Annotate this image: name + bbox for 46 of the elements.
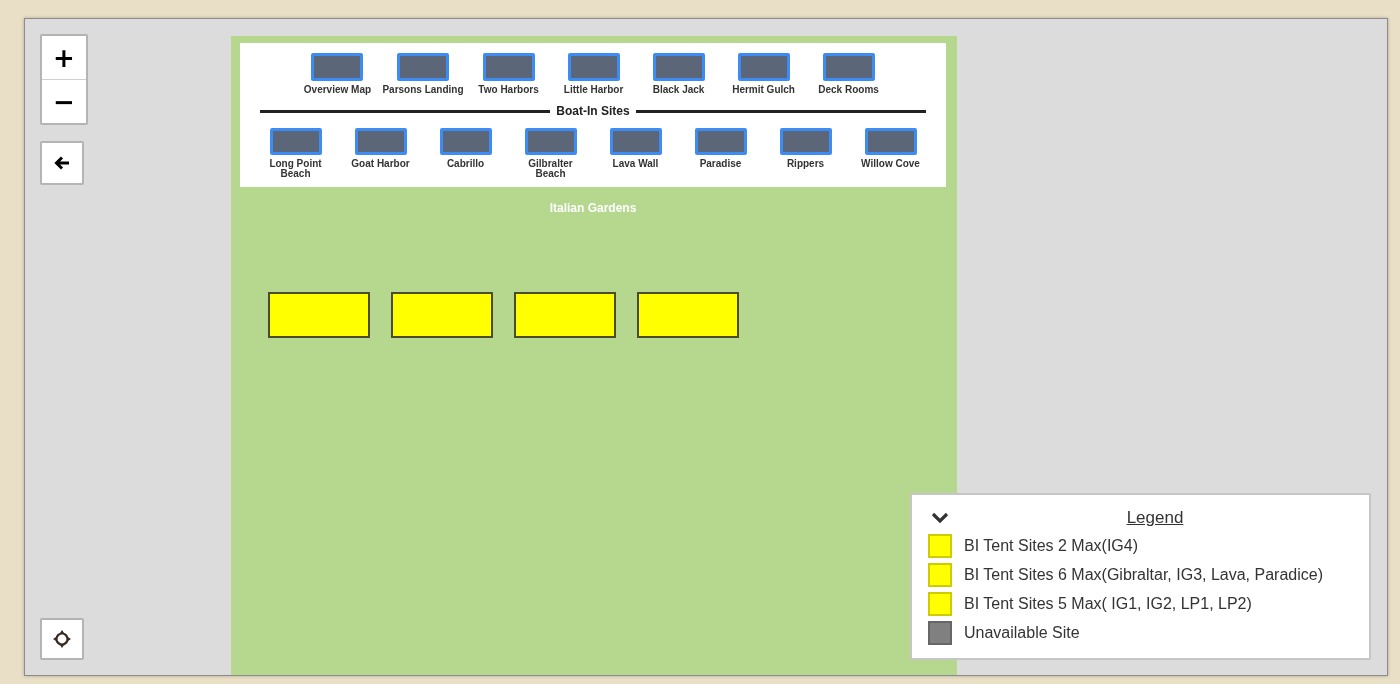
- thumbnail-icon: [482, 53, 535, 81]
- legend-title: Legend: [1125, 508, 1185, 528]
- location-button[interactable]: Parsons Landing: [382, 53, 464, 95]
- location-button[interactable]: Cabrillo: [425, 128, 506, 179]
- campsite-marker[interactable]: [637, 292, 739, 338]
- thumbnail-icon: [737, 53, 790, 81]
- thumbnail-icon: [609, 128, 662, 155]
- location-button[interactable]: Black Jack: [638, 53, 719, 95]
- location-button[interactable]: Little Harbor: [553, 53, 634, 95]
- location-button[interactable]: Gilbralter Beach: [510, 128, 591, 179]
- legend-label: Unavailable Site: [964, 623, 1080, 643]
- crosshair-icon: [52, 629, 72, 649]
- campsite-marker[interactable]: [391, 292, 493, 338]
- location-button[interactable]: Willow Cove: [850, 128, 931, 179]
- thumbnail-icon: [524, 128, 577, 155]
- thumbnail-icon: [779, 128, 832, 155]
- thumbnail-icon: [864, 128, 917, 155]
- legend-label: BI Tent Sites 5 Max( IG1, IG2, LP1, LP2): [964, 594, 1252, 614]
- thumbnail-icon: [694, 128, 747, 155]
- location-button[interactable]: Long Point Beach: [255, 128, 336, 179]
- location-button[interactable]: Hermit Gulch: [723, 53, 804, 95]
- locate-button[interactable]: [40, 618, 84, 660]
- thumbnail-icon: [311, 53, 364, 81]
- location-button[interactable]: Paradise: [680, 128, 761, 179]
- back-button[interactable]: [40, 141, 84, 185]
- thumbnail-icon: [652, 53, 705, 81]
- thumbnail-icon: [269, 128, 322, 155]
- location-button[interactable]: Overview Map: [297, 53, 378, 95]
- thumbnail-icon: [439, 128, 492, 155]
- thumbnail-icon: [354, 128, 407, 155]
- legend-label: BI Tent Sites 6 Max(Gibraltar, IG3, Lava, Paradice): [964, 565, 1323, 585]
- campsite-marker[interactable]: [268, 292, 370, 338]
- location-button[interactable]: Two Harbors: [468, 53, 549, 95]
- legend-label: BI Tent Sites 2 Max(IG4): [964, 536, 1138, 556]
- location-button[interactable]: Goat Harbor: [340, 128, 421, 179]
- chevron-down-icon[interactable]: [931, 512, 949, 524]
- thumbnail-icon: [822, 53, 875, 81]
- thumbnail-icon: [567, 53, 620, 81]
- arrow-left-icon: [54, 156, 70, 170]
- location-button[interactable]: Lava Wall: [595, 128, 676, 179]
- section-heading: Boat-In Sites: [555, 104, 631, 118]
- location-button[interactable]: Rippers: [765, 128, 846, 179]
- location-button[interactable]: Deck Rooms: [808, 53, 889, 95]
- area-title: Italian Gardens: [549, 201, 637, 215]
- thumbnail-icon: [397, 53, 449, 81]
- campsite-marker[interactable]: [514, 292, 616, 338]
